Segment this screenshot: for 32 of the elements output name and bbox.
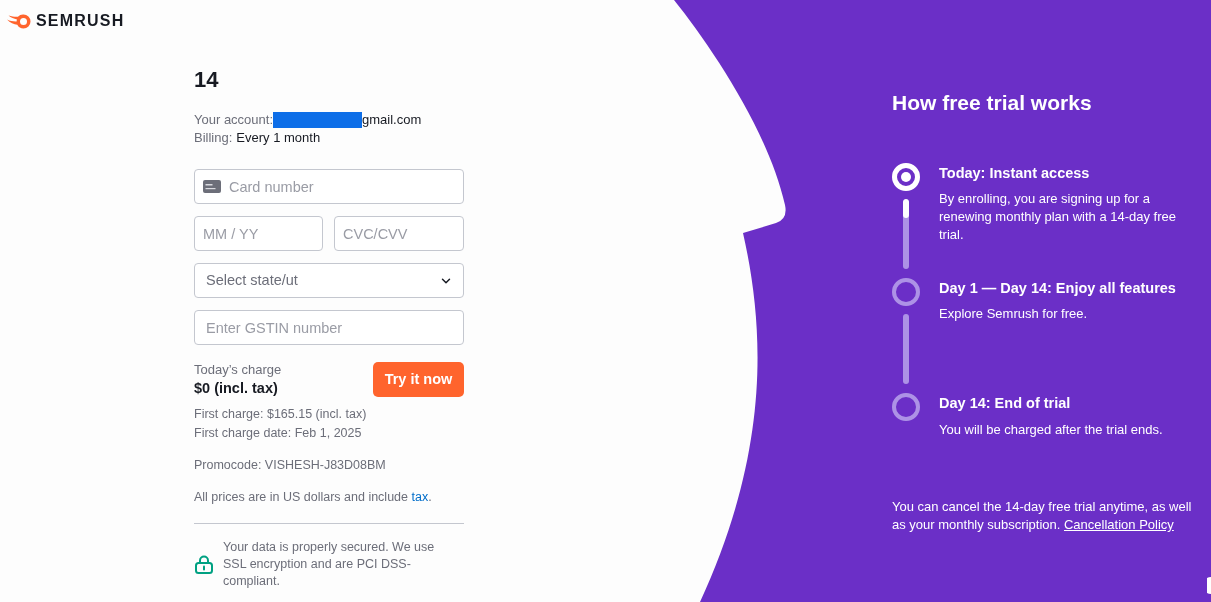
logo-wordmark: SEMRUSH <box>36 11 125 31</box>
cancellation-note: You can cancel the 14-day free trial anytime, as well as your monthly subscription. Cancellation Policy <box>892 498 1193 534</box>
step-description: You will be charged after the trial ends. <box>939 421 1164 439</box>
step-title: Today: Instant access <box>939 164 1091 183</box>
plan-title: 14 <box>194 66 219 94</box>
flame-logo-icon <box>6 12 32 30</box>
timeline-progress-track <box>903 314 909 384</box>
currency-note: All prices are in US dollars and include tax. <box>194 489 433 506</box>
account-email: gmail.com <box>362 111 422 129</box>
step-description: By enrolling, you are signing up for a renewing monthly plan with a 14-day free trial. <box>939 190 1178 244</box>
promocode-text: Promocode: VISHESH-J83D08BM <box>194 457 387 474</box>
lock-icon <box>195 555 213 574</box>
gstin-field[interactable]: Enter GSTIN number <box>194 310 464 345</box>
expiry-field[interactable]: MM / YY <box>194 216 323 251</box>
security-note: Your data is properly secured. We use SSL encryption and are PCI DSS-compliant. <box>223 539 436 590</box>
step-title: Day 1 — Day 14: Enjoy all features <box>939 279 1177 298</box>
first-charge-text: First charge: $165.15 (incl. tax) <box>194 406 368 423</box>
state-select[interactable]: Select state/ut <box>194 263 464 298</box>
charge-amount: $0 (incl. tax) <box>194 379 279 398</box>
cancellation-policy-link[interactable]: Cancellation Policy <box>1064 517 1174 532</box>
step-title: Day 14: End of trial <box>939 394 1072 413</box>
try-it-now-button[interactable]: Try it now <box>373 362 464 397</box>
billing-period: Every 1 month <box>236 129 321 147</box>
step-description: Explore Semrush for free. <box>939 305 1089 323</box>
credit-card-icon <box>203 180 221 193</box>
card-number-field[interactable]: Card number <box>194 169 464 204</box>
charge-label: Today’s charge <box>194 362 282 378</box>
account-label: Your account: <box>194 111 274 129</box>
billing-label: Billing: <box>194 129 233 147</box>
trial-heading: How free trial works <box>892 90 1092 116</box>
cvc-field[interactable]: CVC/CVV <box>334 216 464 251</box>
first-charge-date-text: First charge date: Feb 1, 2025 <box>194 425 363 442</box>
